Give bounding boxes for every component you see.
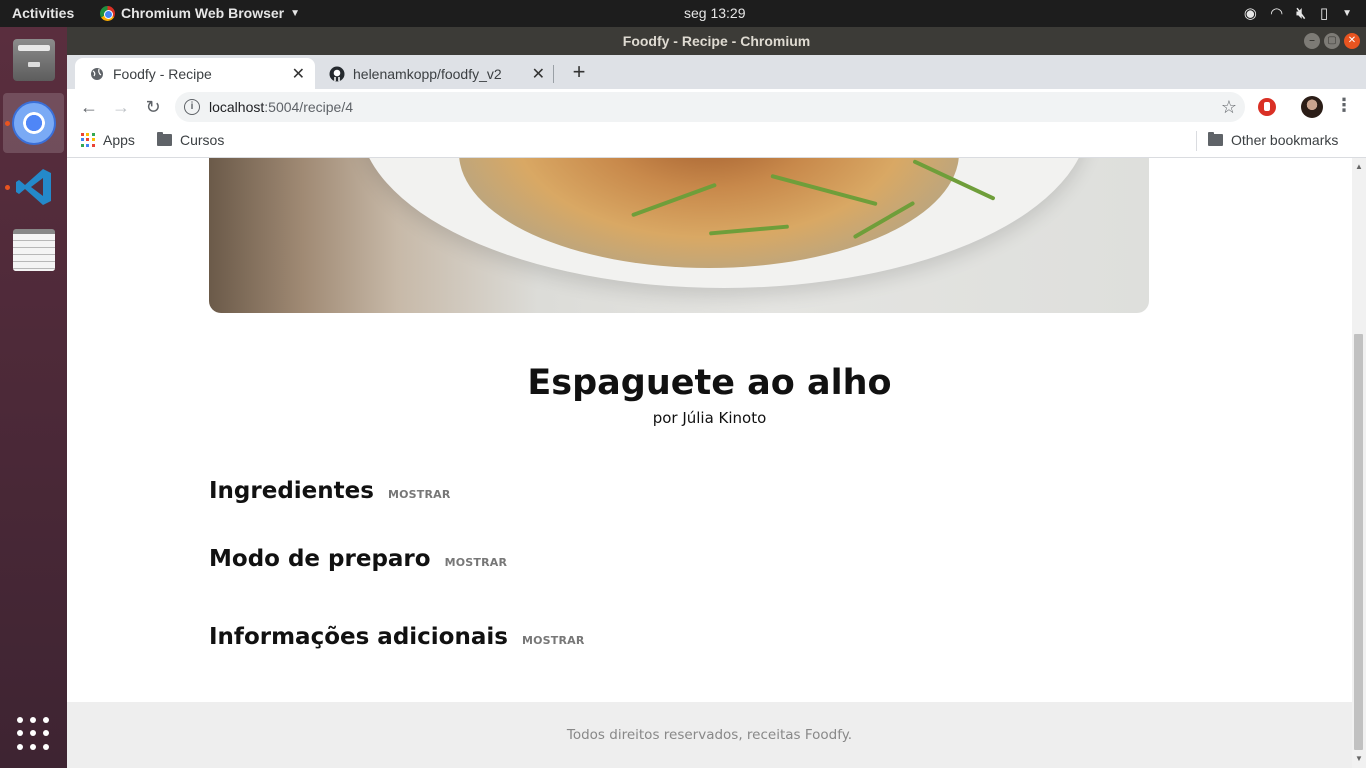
- running-indicator: [5, 121, 10, 126]
- battery-icon[interactable]: ▯: [1320, 4, 1328, 22]
- dock-text-editor[interactable]: [3, 220, 64, 280]
- minimize-icon[interactable]: –: [1304, 33, 1320, 49]
- bookmark-apps[interactable]: Apps: [81, 132, 135, 148]
- tab-github-repo[interactable]: helenamkopp/foodfy_v2 ✕: [315, 58, 555, 89]
- maximize-icon[interactable]: ▢: [1324, 33, 1340, 49]
- dock: [0, 27, 67, 768]
- recipe-author: por Júlia Kinoto: [652, 409, 767, 427]
- files-icon: [12, 39, 55, 81]
- show-ingredientes-button[interactable]: MOSTRAR: [388, 488, 451, 501]
- show-preparo-button[interactable]: MOSTRAR: [445, 556, 508, 569]
- web-page: Espaguete ao alho por Júlia Kinoto Ingre…: [67, 158, 1352, 768]
- section-title: Ingredientes: [209, 478, 374, 504]
- clock[interactable]: seg 13:29: [684, 5, 746, 21]
- wifi-icon[interactable]: ◠: [1271, 4, 1283, 22]
- github-icon: [329, 66, 345, 82]
- bookmark-label: Cursos: [180, 132, 225, 148]
- section-title: Informações adicionais: [209, 624, 508, 650]
- dock-chromium[interactable]: [3, 93, 64, 153]
- browser-toolbar: ← → ↻ i localhost:5004/recipe/4 ☆ ⋮: [67, 89, 1366, 125]
- site-info-icon[interactable]: i: [184, 99, 200, 115]
- menu-kebab-icon[interactable]: ⋮: [1335, 95, 1353, 116]
- bookmarks-bar: Apps Cursos Other bookmarks: [67, 125, 1366, 158]
- bookmark-label: Apps: [103, 132, 135, 148]
- system-top-bar: Activities Chromium Web Browser ▼ seg 13…: [0, 0, 1366, 27]
- address-bar[interactable]: i localhost:5004/recipe/4 ☆: [175, 92, 1245, 122]
- running-indicator: [5, 185, 10, 190]
- window-title: Foodfy - Recipe - Chromium: [622, 33, 811, 49]
- chromium-icon: [11, 101, 56, 145]
- bookmark-folder-cursos[interactable]: Cursos: [157, 132, 224, 148]
- extension-icon[interactable]: [1258, 98, 1276, 116]
- footer-text: Todos direitos reservados, receitas Food…: [566, 727, 853, 743]
- power-menu-caret-icon[interactable]: ▼: [1342, 8, 1352, 19]
- system-tray[interactable]: ◉ ◠ 🔇︎ ▯ ▼: [1244, 4, 1352, 23]
- tab-strip: Foodfy - Recipe ✕ helenamkopp/foodfy_v2 …: [67, 55, 1366, 89]
- activities-button[interactable]: Activities: [12, 5, 74, 21]
- dock-files[interactable]: [3, 30, 64, 90]
- tab-close-icon[interactable]: ✕: [532, 64, 545, 84]
- bookmark-folder-other[interactable]: Other bookmarks: [1208, 132, 1338, 148]
- section-title: Modo de preparo: [209, 546, 431, 572]
- dock-vscode[interactable]: [3, 157, 64, 217]
- tab-foodfy-recipe[interactable]: Foodfy - Recipe ✕: [75, 58, 315, 89]
- window-title-bar: Foodfy - Recipe - Chromium – ▢ ✕: [67, 27, 1366, 55]
- tab-label: Foodfy - Recipe: [113, 65, 212, 82]
- scroll-up-icon[interactable]: ▲: [1355, 162, 1363, 171]
- apps-grid-icon: [81, 133, 95, 147]
- tab-close-icon[interactable]: ✕: [292, 64, 305, 84]
- profile-avatar[interactable]: [1301, 96, 1323, 118]
- reload-icon[interactable]: ↻: [141, 95, 165, 119]
- new-tab-icon[interactable]: +: [565, 58, 593, 86]
- scrollbar-thumb[interactable]: [1354, 334, 1363, 750]
- volume-mute-icon[interactable]: 🔇︎: [1296, 5, 1305, 22]
- back-icon[interactable]: ←: [77, 95, 101, 119]
- chevron-down-icon: ▼: [290, 7, 301, 19]
- close-icon[interactable]: ✕: [1344, 33, 1360, 49]
- bookmark-label: Other bookmarks: [1231, 132, 1339, 148]
- show-informacoes-button[interactable]: MOSTRAR: [522, 634, 585, 647]
- page-footer: Todos direitos reservados, receitas Food…: [67, 702, 1352, 768]
- text-editor-icon: [12, 229, 55, 271]
- show-applications-button[interactable]: [3, 704, 64, 764]
- bookmark-separator: [1196, 131, 1197, 151]
- scroll-down-icon[interactable]: ▼: [1355, 754, 1363, 763]
- vscode-icon: [13, 166, 55, 208]
- chromium-app-icon: [100, 5, 115, 21]
- globe-icon: [89, 66, 105, 82]
- section-informacoes-adicionais: Informações adicionais MOSTRAR: [209, 624, 585, 650]
- app-grid-icon: [16, 717, 51, 751]
- section-ingredientes: Ingredientes MOSTRAR: [209, 478, 451, 504]
- recipe-hero-image: [209, 158, 1149, 313]
- tab-separator: [553, 65, 554, 83]
- folder-icon: [157, 132, 172, 146]
- folder-icon: [1208, 132, 1223, 146]
- app-menu[interactable]: Chromium Web Browser ▼: [100, 5, 300, 21]
- recipe-title: Espaguete ao alho: [527, 363, 892, 403]
- bookmark-star-icon[interactable]: ☆: [1221, 92, 1237, 122]
- forward-icon[interactable]: →: [109, 95, 133, 119]
- app-menu-label: Chromium Web Browser: [121, 5, 285, 21]
- section-modo-de-preparo: Modo de preparo MOSTRAR: [209, 546, 507, 572]
- page-scrollbar[interactable]: ▲ ▼: [1352, 158, 1366, 768]
- url-text: localhost:5004/recipe/4: [209, 99, 353, 115]
- discord-icon[interactable]: ◉: [1244, 4, 1257, 22]
- tab-label: helenamkopp/foodfy_v2: [353, 65, 502, 82]
